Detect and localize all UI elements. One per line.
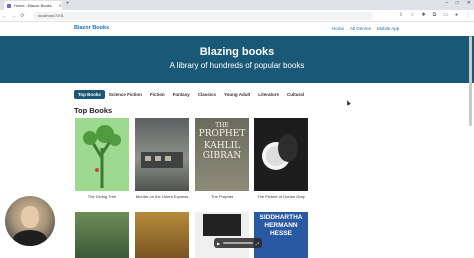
maximize-button[interactable]: □ [456,0,459,6]
book-card[interactable]: SIDDHARTHA HERMANN HESSE [254,212,308,258]
reload-icon[interactable]: ⟳ [18,13,27,19]
tab-cultural[interactable]: Cultural [283,90,308,99]
book-card[interactable] [75,212,129,258]
tab-top-books[interactable]: Top Books [74,89,105,99]
cover-text: SIDDHARTHA [259,214,303,221]
cover-text: KAHLIL [203,141,241,151]
cover-text: HESSE [269,230,293,237]
book-cover[interactable]: SIDDHARTHA HERMANN HESSE [254,212,308,258]
profile-icon[interactable]: ● [455,12,458,18]
book-cover[interactable] [75,212,129,258]
nav-mobile-app[interactable]: Mobile App [377,26,399,31]
hero-title: Blazing books [199,46,275,58]
book-card[interactable] [195,212,249,258]
tab-literature[interactable]: Literature [254,90,283,99]
sidebar-icon[interactable]: ▭ [443,12,448,18]
browser-tabbar: Home - Blazor Books ✕ + – □ ✕ [0,0,474,10]
book-title: Murder on the Orient Express [135,194,189,199]
brand-link[interactable]: Blazor Books [74,25,109,31]
menu-icon[interactable]: ⋮ [465,12,470,18]
book-cover[interactable]: THE PROPHET KAHLIL GIBRAN [195,118,249,191]
tab-science-fiction[interactable]: Science Fiction [105,90,146,99]
nav-home[interactable]: Home [332,26,344,31]
scrollbar[interactable] [469,36,472,126]
book-cover[interactable] [195,212,249,258]
share-icon[interactable]: ⇪ [399,12,403,18]
fullscreen-icon[interactable]: ⤢ [256,241,259,246]
nav-all-genres[interactable]: All Genres [350,26,371,31]
book-title: The Giving Tree [87,194,117,199]
section-title: Top Books [74,106,113,115]
window-controls: – □ ✕ [445,0,471,6]
book-cover[interactable] [75,118,129,191]
book-card[interactable]: The Giving Tree [75,118,129,199]
book-title: The Prophet [210,194,233,199]
tab-fiction[interactable]: Fiction [146,90,169,99]
forward-icon[interactable]: → [9,13,18,19]
close-window-button[interactable]: ✕ [467,0,471,6]
tab-title: Home - Blazor Books [13,3,52,8]
top-nav: Home All Genres Mobile App [332,26,399,31]
book-cover[interactable] [135,212,189,258]
cover-text: GIBRAN [202,151,242,161]
book-cover[interactable] [254,118,308,191]
close-tab-icon[interactable]: ✕ [59,3,62,8]
cover-text: PROPHET [198,129,246,139]
book-card[interactable]: The Picture of Dorian Gray [254,118,308,199]
cover-art [203,214,241,236]
giving-tree-art [83,125,121,188]
address-bar-row: ← → ⟳ localhost:7291 ⇪ ☆ ✱ ⧉ ▭ ● ⋮ [0,10,474,22]
puzzle-icon[interactable]: ⧉ [433,12,437,18]
tab-fantasy[interactable]: Fantasy [169,90,194,99]
tab-classics[interactable]: Classics [194,90,220,99]
star-icon[interactable]: ☆ [410,12,414,18]
seek-bar[interactable] [223,242,253,244]
minimize-button[interactable]: – [445,0,448,6]
hero-subtitle: A library of hundreds of popular books [169,61,305,70]
book-card[interactable]: THE PROPHET KAHLIL GIBRAN The Prophet [195,118,249,199]
person-head [21,206,39,228]
extensions-area: ⇪ ☆ ✱ ⧉ ▭ ● ⋮ [399,12,470,18]
train-art [141,152,183,168]
new-tab-button[interactable]: + [66,1,70,7]
book-card[interactable]: Murder on the Orient Express [135,118,189,199]
site-header: Blazor Books Home All Genres Mobile App [0,22,474,36]
back-icon[interactable]: ← [0,13,9,19]
webcam-overlay [5,196,55,246]
book-card[interactable] [135,212,189,258]
play-icon[interactable]: ▶ [217,241,220,246]
category-tabs: Top Books Science Fiction Fiction Fantas… [74,89,308,99]
media-controls: ▶ ⤢ [214,238,262,248]
extension-icon[interactable]: ✱ [421,12,425,18]
hero-banner: Blazing books A library of hundreds of p… [0,36,474,83]
book-cover[interactable] [135,118,189,191]
dorian-art [262,134,298,170]
mouse-cursor-icon [345,99,351,106]
url-input[interactable]: localhost:7291 [33,11,373,20]
browser-tab[interactable]: Home - Blazor Books ✕ [4,1,62,10]
person-body [13,230,47,246]
favicon-icon [7,3,11,8]
book-title: The Picture of Dorian Gray [257,194,305,199]
cover-text: HERMANN [264,222,298,229]
tab-young-adult[interactable]: Young Adult [220,90,254,99]
